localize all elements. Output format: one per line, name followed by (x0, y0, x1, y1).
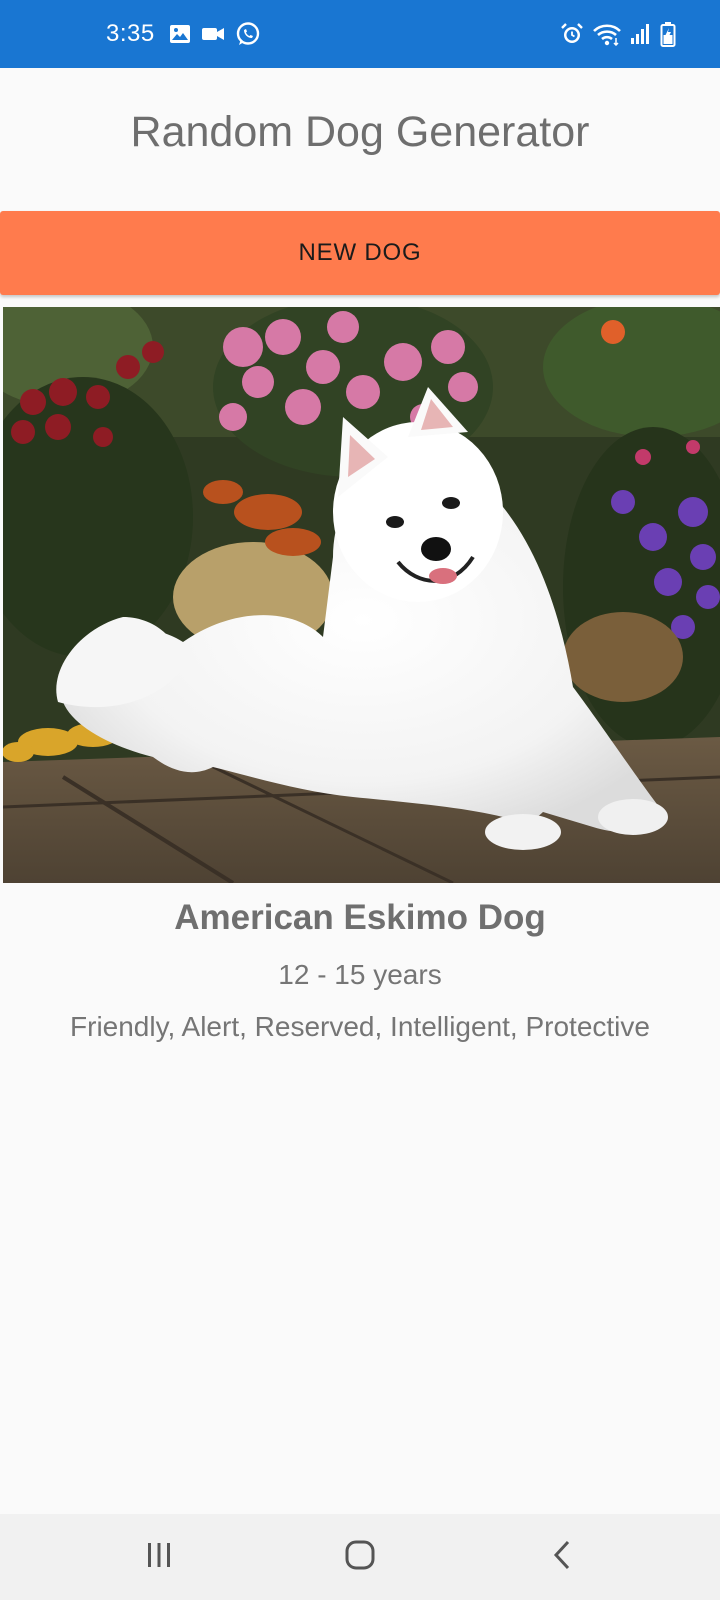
page-title: Random Dog Generator (130, 108, 590, 156)
recent-apps-button[interactable] (109, 1514, 209, 1600)
dog-photo (3, 307, 720, 883)
wifi-icon (592, 22, 622, 46)
life-span: 12 - 15 years (278, 959, 442, 990)
home-icon (344, 1540, 376, 1575)
video-camera-icon (201, 25, 225, 43)
status-bar: 3:35 (0, 0, 720, 68)
alarm-icon (560, 22, 584, 46)
battery-icon (660, 21, 676, 47)
image-icon (169, 24, 191, 44)
new-dog-button-label: NEW DOG (298, 239, 422, 266)
status-left: 3:35 (106, 0, 261, 68)
signal-icon (630, 23, 652, 45)
home-button[interactable] (310, 1514, 410, 1600)
temperament: Friendly, Alert, Reserved, Intelligent, … (70, 1011, 650, 1042)
back-button[interactable] (512, 1514, 612, 1600)
nav-bar (0, 1514, 720, 1600)
whatsapp-icon (235, 21, 261, 47)
back-icon (552, 1540, 572, 1575)
recent-apps-icon (145, 1542, 173, 1573)
new-dog-button[interactable]: NEW DOG (0, 211, 720, 295)
status-right (560, 0, 676, 68)
status-time: 3:35 (106, 20, 155, 47)
breed-name: American Eskimo Dog (174, 898, 546, 937)
